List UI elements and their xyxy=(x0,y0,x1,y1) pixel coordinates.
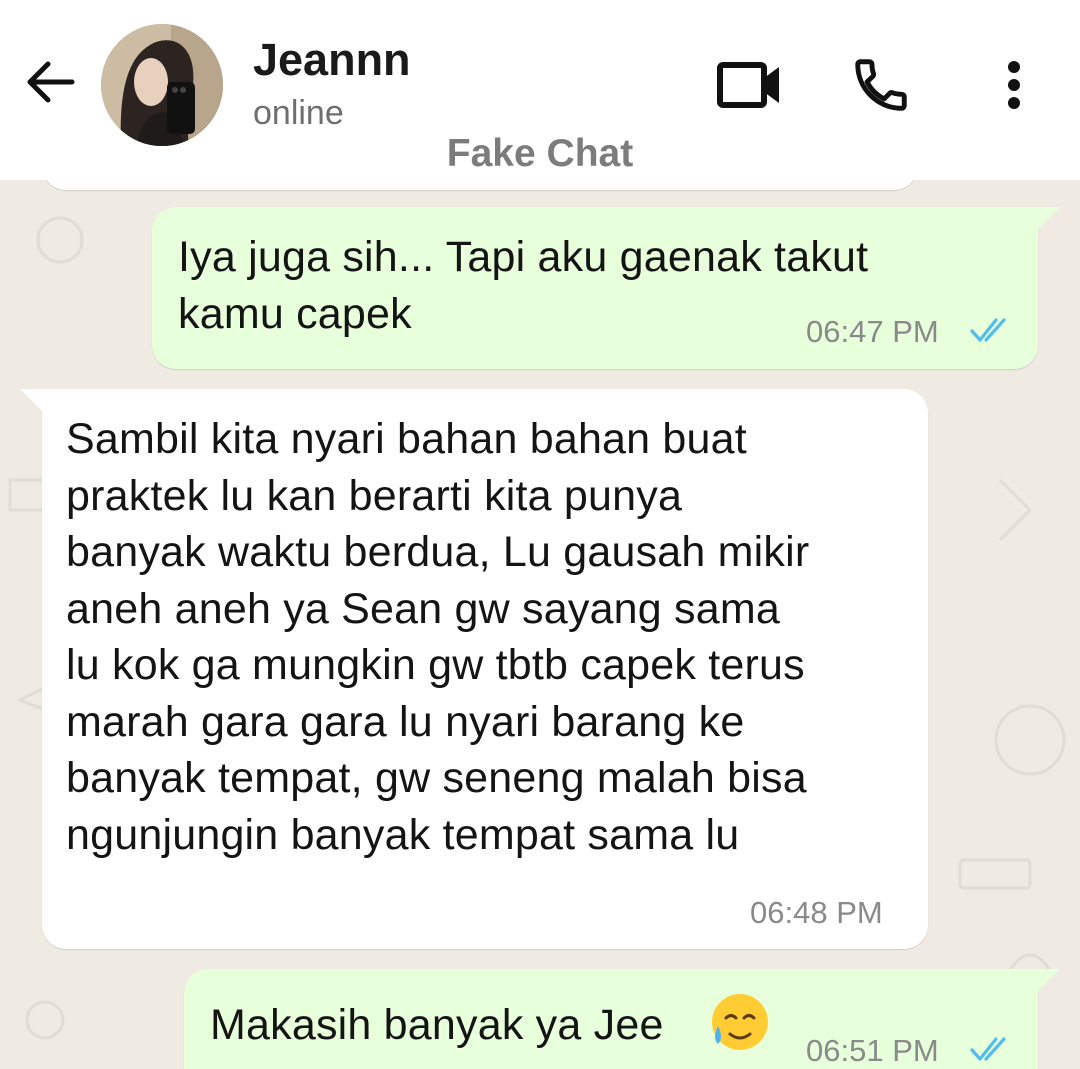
message-text: Sambil kita nyari bahan bahan buat prakt… xyxy=(66,415,810,859)
watermark-label: Fake Chat xyxy=(446,132,634,175)
avatar[interactable] xyxy=(101,24,223,146)
message-time: 06:51 PM xyxy=(806,1033,939,1068)
more-vertical-icon[interactable] xyxy=(988,50,1040,120)
contact-status: online xyxy=(253,94,344,132)
read-ticks-icon xyxy=(970,318,1006,342)
previous-message-bubble[interactable] xyxy=(42,180,918,190)
chat-header: Jeannn online Fake Chat xyxy=(0,0,1080,180)
chat-area[interactable]: Iya juga sih... Tapi aku gaenak takut ka… xyxy=(0,180,1080,1069)
message-text: Iya juga sih... Tapi aku gaenak takut ka… xyxy=(178,233,869,338)
message-time: 06:48 PM xyxy=(750,895,883,930)
bubble-tail xyxy=(20,389,44,413)
message-time: 06:47 PM xyxy=(806,314,939,349)
smiling-face-with-tear-emoji-icon xyxy=(712,994,768,1050)
bubble-tail xyxy=(1036,207,1060,231)
video-camera-icon[interactable] xyxy=(712,52,788,118)
back-arrow-icon[interactable] xyxy=(18,50,82,114)
read-ticks-icon xyxy=(970,1037,1006,1061)
message-text: Makasih banyak ya Jee xyxy=(210,1001,664,1049)
phone-icon[interactable] xyxy=(846,50,916,120)
bubble-tail xyxy=(1036,969,1060,993)
contact-name[interactable]: Jeannn xyxy=(253,34,411,86)
